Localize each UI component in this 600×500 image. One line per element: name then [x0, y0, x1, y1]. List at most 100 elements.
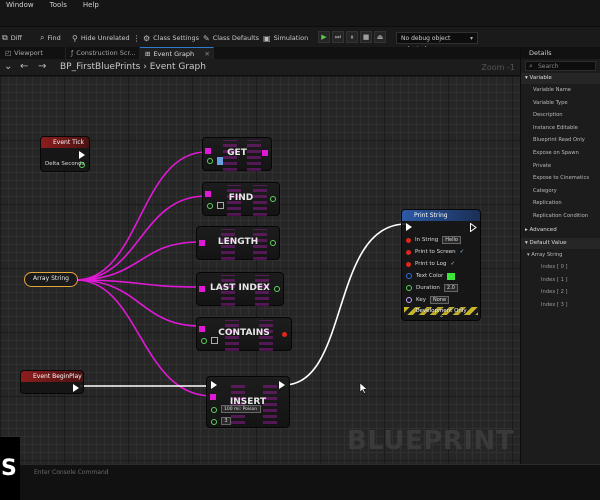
insert-index-pin[interactable] — [211, 419, 217, 425]
insert-index-input[interactable]: 3 — [221, 417, 231, 425]
details-panel: Details Search ▾ Variable Variable NameV… — [520, 47, 600, 464]
details-search-input[interactable]: Search — [525, 61, 596, 71]
length-array-pin[interactable] — [199, 240, 205, 246]
text-color-swatch[interactable] — [447, 272, 456, 280]
hide-unrelated-button[interactable]: ⚲ Hide Unrelated ⋮ — [72, 32, 141, 44]
tab-event-graph[interactable]: ⊞ Event Graph ✕ — [140, 47, 214, 59]
eject-icon[interactable]: ⏏ — [374, 31, 386, 43]
contains-item-pin[interactable] — [201, 338, 207, 344]
print-screen-checkbox[interactable]: ✓ — [460, 249, 465, 255]
menu-help[interactable]: Help — [77, 0, 109, 12]
key-input[interactable]: None — [429, 296, 450, 304]
back-arrow-icon[interactable]: ← — [20, 61, 28, 72]
default-value-section-header[interactable]: ▾ Default Value — [521, 237, 600, 249]
variable-prop[interactable]: Blueprint Read Only — [521, 134, 600, 147]
debug-object-select[interactable]: No debug object selected — [396, 32, 478, 53]
variable-prop[interactable]: Description — [521, 109, 600, 122]
tab-construction-script[interactable]: ƒ Construction Scr... — [66, 47, 140, 59]
array-string-prop[interactable]: ▾ Array String — [521, 249, 600, 262]
duration-input[interactable]: 2.0 — [443, 284, 458, 292]
print-exec-in-pin[interactable] — [406, 223, 412, 231]
class-settings-button[interactable]: ⚙ Class Settings — [143, 32, 199, 44]
contains-item-checkbox[interactable] — [211, 337, 218, 344]
duration-pin[interactable] — [406, 285, 412, 291]
forward-arrow-icon[interactable]: → — [38, 61, 46, 72]
array-string-variable[interactable]: Array String — [24, 272, 78, 287]
function-icon: ƒ — [71, 49, 74, 57]
print-string-node[interactable]: Print String In String Hello Print to Sc… — [401, 209, 481, 322]
find-array-pin[interactable] — [205, 191, 211, 197]
text-color-pin[interactable] — [406, 273, 412, 279]
stop-icon[interactable]: ■ — [360, 31, 372, 43]
insert-node[interactable]: INSERT 100 mi: Poison 3 — [206, 376, 290, 428]
find-item-checkbox[interactable] — [217, 202, 224, 209]
expand-chevron-icon[interactable]: ⌃ — [439, 315, 444, 322]
menu-window[interactable]: Window — [0, 0, 44, 12]
get-index-pin[interactable] — [207, 158, 213, 164]
print-log-pin[interactable] — [406, 261, 411, 267]
last-index-out-pin[interactable] — [274, 286, 280, 292]
insert-item-pin[interactable] — [211, 407, 217, 413]
print-exec-out-pin[interactable] — [470, 223, 477, 232]
variable-prop[interactable]: Replication Condition — [521, 210, 600, 223]
get-index-value[interactable] — [217, 157, 223, 165]
print-screen-pin[interactable] — [406, 249, 411, 255]
find-button[interactable]: ⌕ Find — [40, 32, 61, 44]
key-pin[interactable] — [406, 297, 412, 303]
array-index-item[interactable]: Index [ 0 ] — [521, 261, 600, 274]
menu-tools[interactable]: Tools — [44, 0, 77, 12]
variable-prop[interactable]: Replication — [521, 197, 600, 210]
event-tick-node[interactable]: Event Tick Delta Seconds — [40, 136, 90, 172]
event-beginplay-node[interactable]: Event BeginPlay — [20, 370, 84, 394]
console-command-input[interactable]: Enter Console Command — [34, 469, 114, 479]
find-out-pin[interactable] — [270, 196, 276, 202]
variable-prop[interactable]: Instance Editable — [521, 122, 600, 135]
length-out-pin[interactable] — [270, 240, 276, 246]
last-index-node[interactable]: LAST INDEX — [196, 272, 284, 309]
in-string-pin[interactable] — [406, 237, 411, 243]
tab-viewport[interactable]: ◰ Viewport — [0, 47, 66, 59]
array-index-item[interactable]: Index [ 2 ] — [521, 286, 600, 299]
length-node[interactable]: LENGTH — [196, 226, 280, 263]
variable-prop[interactable]: Category — [521, 185, 600, 198]
variable-prop[interactable]: Expose to Cinematics — [521, 172, 600, 185]
get-node[interactable]: GET — [202, 137, 272, 174]
variable-prop[interactable]: Variable Name — [521, 84, 600, 97]
last-index-array-pin[interactable] — [199, 286, 205, 292]
contains-node[interactable]: CONTAINS — [196, 317, 292, 354]
variable-prop[interactable]: Expose on Spawn — [521, 147, 600, 160]
get-out-pin[interactable] — [262, 150, 268, 156]
dropdown-chevron-icon[interactable]: ⌄ — [4, 61, 12, 72]
breadcrumb-root[interactable]: BP_FirstBluePrints — [60, 62, 140, 72]
insert-exec-out-pin[interactable] — [279, 381, 285, 389]
array-index-item[interactable]: Index [ 3 ] — [521, 299, 600, 312]
variable-prop[interactable]: Variable Type — [521, 97, 600, 110]
diff-button[interactable]: ⧉ Diff — [2, 32, 22, 44]
in-string-input[interactable]: Hello — [442, 236, 461, 244]
close-icon[interactable]: ✕ — [205, 50, 213, 58]
get-array-pin[interactable] — [205, 148, 211, 154]
breadcrumb-leaf[interactable]: Event Graph — [150, 62, 206, 72]
beginplay-exec-out-pin[interactable] — [73, 384, 79, 392]
class-defaults-button[interactable]: ✎ Class Defaults — [203, 32, 259, 44]
print-log-checkbox[interactable]: ✓ — [451, 261, 456, 267]
pause-icon[interactable]: ⏸ — [346, 31, 358, 43]
play-icon[interactable]: ▶ — [318, 31, 330, 43]
contains-out-pin[interactable] — [282, 332, 287, 337]
array-index-item[interactable]: Index [ 1 ] — [521, 274, 600, 287]
step-icon[interactable]: ⏭ — [332, 31, 344, 43]
insert-exec-in-pin[interactable] — [211, 381, 217, 389]
variable-section-header[interactable]: ▾ Variable — [521, 73, 600, 84]
variable-prop[interactable]: Private — [521, 160, 600, 173]
find-node[interactable]: FIND — [202, 182, 280, 219]
insert-array-pin[interactable] — [210, 394, 216, 400]
event-graph-canvas[interactable]: Event Tick Delta Seconds Array String GE… — [0, 76, 520, 464]
advanced-section-header[interactable]: ▸ Advanced — [521, 224, 600, 236]
simulation-button[interactable]: ▣ Simulation — [263, 32, 308, 44]
delta-seconds-pin[interactable] — [79, 162, 85, 168]
contains-array-pin[interactable] — [199, 326, 205, 332]
find-item-pin[interactable] — [207, 203, 213, 209]
insert-item-input[interactable]: 100 mi: Poison — [221, 405, 261, 413]
graph-icon: ⊞ — [145, 49, 151, 58]
exec-out-pin[interactable] — [79, 151, 85, 159]
